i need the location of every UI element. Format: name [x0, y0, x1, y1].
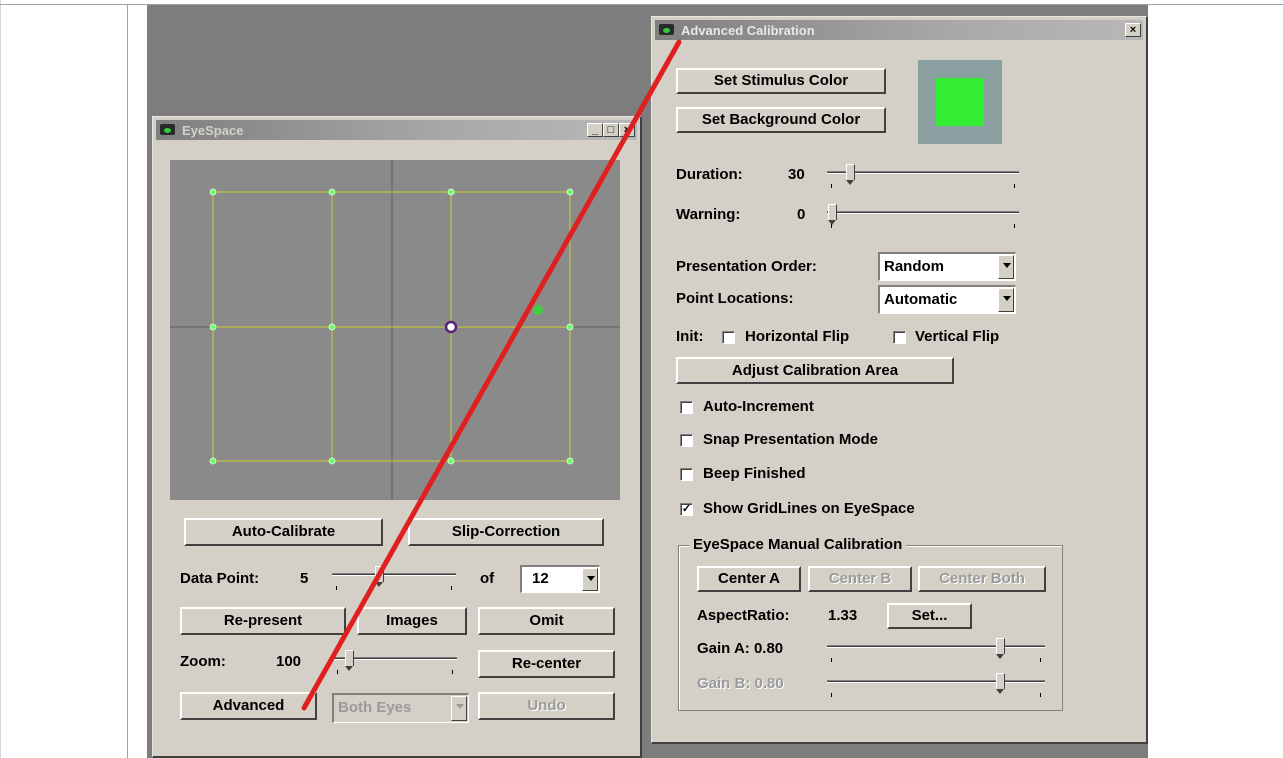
presentation-order-value: Random — [884, 258, 944, 275]
gain-a-value: 0.80 — [753, 640, 784, 657]
duration-label: Duration: — [676, 166, 743, 183]
grid-point — [328, 457, 336, 465]
slip-correction-button[interactable]: Slip-Correction — [408, 518, 604, 546]
eyespace-canvas[interactable] — [170, 160, 620, 500]
advanced-button[interactable]: Advanced — [180, 692, 317, 720]
slider-thumb — [996, 673, 1005, 694]
center-b-button: Center B — [808, 566, 912, 592]
grid-point — [328, 188, 336, 196]
omit-button[interactable]: Omit — [478, 607, 615, 635]
eye-position-dot — [533, 305, 543, 315]
re-present-button[interactable]: Re-present — [180, 607, 346, 635]
zoom-slider[interactable] — [333, 650, 457, 674]
window-title: EyeSpace — [182, 122, 244, 138]
current-point-marker — [444, 320, 458, 334]
grid-point — [209, 323, 217, 331]
eyespace-grid — [170, 160, 620, 500]
center-both-button: Center Both — [918, 566, 1046, 592]
center-a-button[interactable]: Center A — [697, 566, 801, 592]
snap-presentation-label: Snap Presentation Mode — [703, 431, 879, 448]
point-locations-label: Point Locations: — [676, 290, 794, 307]
chevron-down-icon[interactable] — [998, 255, 1014, 279]
show-gridlines-checkbox[interactable]: ✓ — [680, 503, 693, 516]
gain-a-label: Gain A: 0.80 — [697, 640, 784, 657]
slider-thumb[interactable] — [846, 164, 855, 185]
group-legend: EyeSpace Manual Calibration — [689, 536, 907, 553]
checkmark-icon: ✓ — [681, 503, 692, 515]
eyespace-titlebar[interactable]: EyeSpace _ □ × — [156, 120, 637, 140]
grid-point — [566, 457, 574, 465]
eye-monitor-icon — [158, 122, 178, 138]
set-aspect-button[interactable]: Set... — [887, 603, 972, 629]
warning-label: Warning: — [676, 206, 741, 223]
grid-point — [209, 188, 217, 196]
images-button[interactable]: Images — [357, 607, 467, 635]
grid-point — [447, 188, 455, 196]
advanced-titlebar[interactable]: Advanced Calibration × — [655, 20, 1143, 40]
chevron-down-icon[interactable] — [582, 568, 598, 591]
slider-thumb[interactable] — [828, 204, 837, 225]
maximize-button[interactable]: □ — [603, 123, 619, 137]
point-locations-value: Automatic — [884, 291, 958, 308]
horizontal-flip-checkbox[interactable] — [722, 331, 735, 344]
auto-increment-checkbox[interactable] — [680, 401, 693, 414]
undo-button: Undo — [478, 692, 615, 720]
vertical-flip-checkbox[interactable] — [893, 331, 906, 344]
adjust-calibration-area-button[interactable]: Adjust Calibration Area — [676, 357, 954, 384]
of-label: of — [480, 570, 495, 587]
grid-point — [447, 457, 455, 465]
snap-presentation-checkbox[interactable] — [680, 434, 693, 447]
auto-calibrate-button[interactable]: Auto-Calibrate — [184, 518, 383, 546]
slider-thumb[interactable] — [375, 566, 384, 587]
chevron-down-icon[interactable] — [998, 288, 1014, 312]
aspect-ratio-value: 1.33 — [828, 607, 858, 624]
set-stimulus-color-button[interactable]: Set Stimulus Color — [676, 68, 886, 94]
init-label: Init: — [676, 328, 704, 345]
duration-slider[interactable] — [827, 164, 1019, 188]
grid-point — [328, 323, 336, 331]
aspect-ratio-label: AspectRatio: — [697, 607, 790, 624]
duration-value: 30 — [788, 166, 805, 183]
data-point-value: 5 — [300, 570, 309, 587]
warning-value: 0 — [797, 206, 806, 223]
gain-b-slider — [827, 673, 1045, 697]
set-background-color-button[interactable]: Set Background Color — [676, 107, 886, 133]
total-points-select[interactable]: 12 — [520, 565, 600, 593]
show-gridlines-label: Show GridLines on EyeSpace — [703, 500, 915, 517]
close-button[interactable]: × — [1125, 23, 1141, 37]
window-title: Advanced Calibration — [681, 22, 815, 38]
eye-select-value: Both Eyes — [338, 699, 412, 716]
slider-thumb[interactable] — [996, 638, 1005, 659]
grid-point — [566, 188, 574, 196]
beep-finished-checkbox[interactable] — [680, 468, 693, 481]
chevron-down-icon — [451, 696, 467, 721]
beep-finished-label: Beep Finished — [703, 465, 806, 482]
gain-b-label: Gain B: 0.80 — [697, 675, 784, 692]
vertical-flip-label: Vertical Flip — [915, 328, 1000, 345]
left-divider — [127, 5, 128, 758]
data-point-label: Data Point: — [180, 570, 260, 587]
presentation-order-label: Presentation Order: — [676, 258, 817, 275]
close-button[interactable]: × — [619, 123, 635, 137]
data-point-slider[interactable] — [332, 566, 456, 590]
presentation-order-select[interactable]: Random — [878, 252, 1016, 281]
re-center-button[interactable]: Re-center — [478, 650, 615, 678]
warning-slider[interactable] — [827, 204, 1019, 228]
point-locations-select[interactable]: Automatic — [878, 285, 1016, 314]
color-preview-stimulus — [936, 78, 984, 126]
slider-thumb[interactable] — [345, 650, 354, 671]
zoom-label: Zoom: — [180, 653, 226, 670]
zoom-value: 100 — [276, 653, 302, 670]
grid-point — [209, 457, 217, 465]
eye-monitor-icon — [657, 22, 677, 38]
minimize-button[interactable]: _ — [587, 123, 603, 137]
auto-increment-label: Auto-Increment — [703, 398, 814, 415]
grid-point — [566, 323, 574, 331]
gain-a-slider[interactable] — [827, 638, 1045, 662]
gain-b-value: 0.80 — [754, 675, 784, 692]
eye-select: Both Eyes — [332, 693, 469, 723]
horizontal-flip-label: Horizontal Flip — [745, 328, 850, 345]
total-points-value: 12 — [532, 570, 549, 587]
